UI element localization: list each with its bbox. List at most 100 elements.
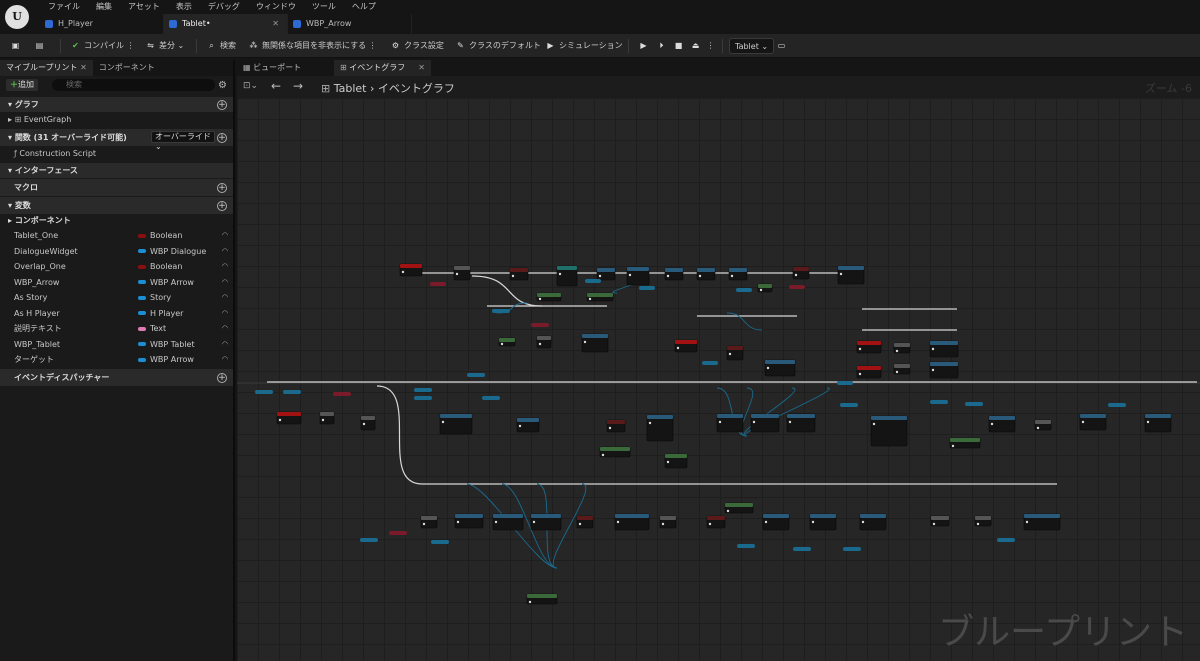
hide-unrelated-button[interactable]: ⁂ 無関係な項目を非表示にする ⋮ (248, 38, 377, 54)
graph-node-header (857, 366, 881, 370)
eject-icon: ⏏ (691, 41, 700, 50)
variable-row[interactable]: As H Player H Player ◠ (0, 306, 233, 322)
variable-getter (531, 323, 549, 327)
stop-button[interactable]: ■ (673, 38, 687, 54)
graph-node-header (607, 420, 625, 424)
class-defaults-button[interactable]: ✎ クラスのデフォルト (455, 38, 541, 54)
variable-type[interactable]: WBP Arrow (138, 275, 194, 291)
tab-wbp-arrow[interactable]: WBP_Arrow (288, 14, 412, 34)
close-icon[interactable]: ✕ (272, 14, 279, 34)
search-icon: ⌕ (209, 41, 214, 50)
eject-button[interactable]: ⏏ ⋮ (690, 38, 715, 54)
browse-icon[interactable]: ▤ (34, 38, 48, 54)
graph-node-header (810, 514, 836, 518)
search-button[interactable]: ⌕ 検索 (206, 38, 236, 54)
back-arrow-icon[interactable]: ← (271, 79, 281, 93)
exec-pin (578, 522, 582, 526)
graph-node-header (675, 340, 697, 344)
class-settings-button[interactable]: ⚙ クラス設定 (390, 38, 444, 54)
tab-viewport[interactable]: ▦ ビューポート (237, 60, 334, 76)
menu-debug[interactable]: デバッグ (200, 2, 248, 12)
step-button[interactable]: ⏵ (656, 38, 670, 54)
graph-canvas[interactable]: ブループリント (237, 98, 1200, 661)
type-pill-icon (138, 326, 146, 331)
section-dispatchers[interactable]: イベントディスパッチャー + (0, 367, 233, 386)
add-function-icon[interactable]: + (217, 133, 227, 143)
list-item-eventgraph[interactable]: ▸ ⊞ EventGraph (0, 112, 233, 128)
eye-icon[interactable]: ◠ (222, 337, 228, 353)
variable-type[interactable]: Story (138, 290, 171, 306)
variable-row[interactable]: Overlap_One Boolean ◠ (0, 259, 233, 275)
add-graph-icon[interactable]: + (217, 100, 227, 110)
forward-arrow-icon[interactable]: → (293, 79, 303, 93)
menu-file[interactable]: ファイル (40, 2, 88, 12)
add-button[interactable]: ＋追加 (6, 79, 38, 91)
subsection-components[interactable]: ▸ コンポーネント (0, 214, 233, 228)
play-button[interactable]: ▶ (638, 38, 652, 54)
graph-node-header (950, 438, 980, 442)
add-dispatcher-icon[interactable]: + (217, 372, 227, 383)
bookmark-icon[interactable]: ⊡⌄ (243, 81, 258, 91)
variable-row[interactable]: WBP_Tablet WBP Tablet ◠ (0, 337, 233, 353)
eye-icon[interactable]: ◠ (222, 321, 228, 337)
variable-type[interactable]: Boolean (138, 228, 182, 244)
variable-type[interactable]: WBP Tablet (138, 337, 195, 353)
eye-icon[interactable]: ◠ (222, 352, 228, 368)
debug-object-select[interactable]: Tablet ⌄ (729, 38, 775, 54)
eye-icon[interactable]: ◠ (222, 306, 228, 322)
section-functions[interactable]: ▾ 関数 (31 オーバーライド可能) オーバーライド ⌄ + (0, 128, 233, 151)
variable-row[interactable]: 説明テキスト Text ◠ (0, 321, 233, 337)
eye-icon[interactable]: ◠ (222, 259, 228, 275)
variable-type[interactable]: WBP Arrow (138, 352, 194, 368)
eye-icon[interactable]: ◠ (222, 244, 228, 260)
graph-node-header (660, 516, 676, 520)
section-macros[interactable]: マクロ + (0, 178, 233, 196)
section-graphs[interactable]: ▾ グラフ + (0, 96, 233, 112)
tab-h-player[interactable]: H_Player (40, 14, 164, 34)
eye-icon[interactable]: ◠ (222, 290, 228, 306)
list-item-construction-script[interactable]: ƒ Construction Script (0, 146, 233, 162)
close-icon[interactable]: ✕ (418, 60, 425, 76)
menu-asset[interactable]: アセット (120, 2, 168, 12)
menu-edit[interactable]: 編集 (88, 2, 120, 12)
variable-row[interactable]: DialogueWidget WBP Dialogue ◠ (0, 244, 233, 260)
graph-node[interactable] (870, 415, 908, 447)
graph-node-header (857, 341, 881, 345)
variable-getter (360, 538, 378, 542)
tab-tablet[interactable]: Tablet• ✕ (164, 14, 288, 34)
variable-type[interactable]: Text (138, 321, 166, 337)
menu-window[interactable]: ウィンドウ (248, 2, 304, 12)
add-macro-icon[interactable]: + (217, 183, 227, 193)
compile-button[interactable]: ✔ コンパイル ⋮ (70, 38, 134, 54)
variable-row[interactable]: Tablet_One Boolean ◠ (0, 228, 233, 244)
menu-tools[interactable]: ツール (304, 2, 344, 12)
debug-filter-icon[interactable]: ▭ (776, 38, 790, 54)
unreal-logo-icon[interactable]: U (5, 5, 29, 29)
section-variables[interactable]: ▾ 変数 + (0, 196, 233, 214)
search-input[interactable]: 検索 (52, 79, 215, 91)
tab-eventgraph[interactable]: ⊞ イベントグラフ ✕ (334, 60, 431, 76)
save-icon[interactable]: ▣ (10, 38, 24, 54)
variable-type[interactable]: Boolean (138, 259, 182, 275)
variable-row[interactable]: WBP_Arrow WBP Arrow ◠ (0, 275, 233, 291)
gear-icon[interactable]: ⚙ (218, 78, 227, 94)
exec-pin (932, 522, 936, 526)
variable-type[interactable]: WBP Dialogue (138, 244, 206, 260)
variable-row[interactable]: ターゲット WBP Arrow ◠ (0, 352, 233, 368)
section-interfaces[interactable]: ▾ インターフェース (0, 162, 233, 178)
exec-pin (1146, 420, 1150, 424)
simulation-button[interactable]: ▶ シミュレーション (545, 38, 622, 54)
add-variable-icon[interactable]: + (217, 201, 227, 211)
variable-row[interactable]: As Story Story ◠ (0, 290, 233, 306)
menu-help[interactable]: ヘルプ (344, 2, 384, 12)
eye-icon[interactable]: ◠ (222, 228, 228, 244)
override-select[interactable]: オーバーライド ⌄ (151, 131, 215, 151)
diff-button[interactable]: ⇋ 差分 ⌄ (145, 38, 184, 54)
close-icon[interactable]: ✕ (80, 63, 87, 72)
eye-icon[interactable]: ◠ (222, 275, 228, 291)
variable-type[interactable]: H Player (138, 306, 183, 322)
tab-components[interactable]: コンポーネント (93, 60, 161, 76)
menu-view[interactable]: 表示 (168, 2, 200, 12)
tab-my-blueprint[interactable]: マイブループリント ✕ (0, 60, 93, 76)
exec-pin (456, 520, 460, 524)
